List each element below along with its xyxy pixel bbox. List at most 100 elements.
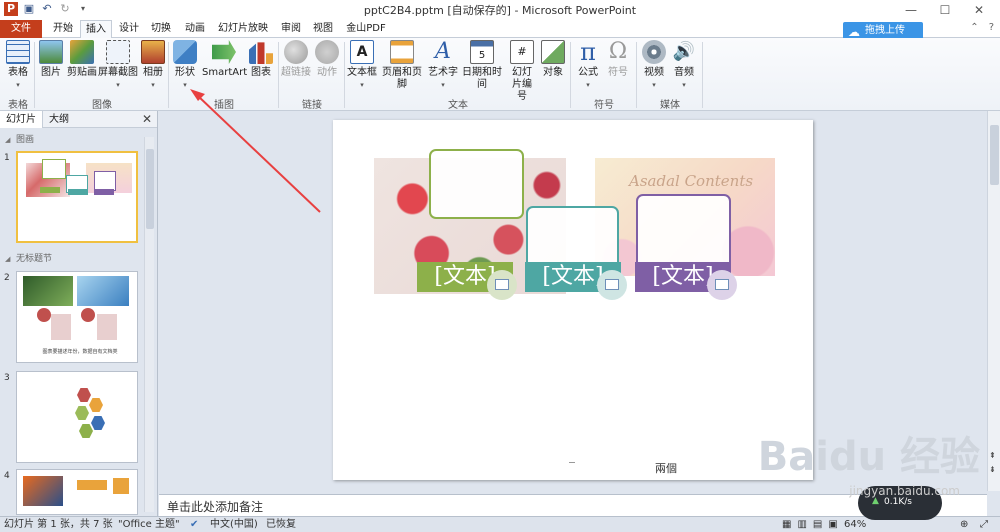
slide-scrollbar[interactable]: ⇞ ⇟ [987,111,1000,491]
slide-footer-dash [569,462,575,463]
redo-icon[interactable]: ↻ [58,2,72,16]
tab-view[interactable]: 视图 [310,20,336,38]
thumb-block [51,314,71,340]
slide-footer-text[interactable]: 兩個 [655,460,677,476]
header-footer-label: 页眉和页脚 [382,67,422,90]
section-header[interactable]: 图画 [2,133,142,147]
slide-number: 1 [4,153,10,163]
slides-panel: 幻灯片 大纲 ✕ 图画 1 无标题节 2 图表要描述年份，数据自有文档类 3 4 [0,110,158,516]
audio-button[interactable]: 🔊 音频 ▾ [670,40,698,91]
next-slide-icon[interactable]: ⇟ [989,465,996,474]
group-divider [278,42,279,108]
thumb-circle [37,308,51,322]
tab-kingsoft-pdf[interactable]: 金山PDF [342,20,390,38]
minimize-ribbon-icon[interactable]: ⌃ [970,22,978,33]
thumb-bar [40,187,60,193]
scroll-thumb[interactable] [990,125,999,185]
photo-placeholder-3[interactable] [636,194,731,269]
slide-thumbnail-4[interactable] [16,469,138,515]
status-bar: 幻灯片 第 1 张，共 7 张 "Office 主题" ✔ 中文(中国) 已恢复… [0,516,1000,532]
group-label-table: 表格 [8,100,28,111]
tab-slides[interactable]: 幻灯片 [0,110,43,128]
tab-review[interactable]: 审阅 [278,20,304,38]
scroll-thumb[interactable] [146,149,154,229]
normal-view-icon[interactable]: ▦ [782,517,791,532]
close-button[interactable]: ✕ [962,0,996,20]
slide-number-icon: # [510,40,534,64]
date-time-button[interactable]: 5 日期和时间 [458,40,506,91]
shapes-label: 形状 [175,67,195,78]
slide-thumbnail-1[interactable] [16,151,138,243]
baidu-watermark-url: jingyan.baidu.com [849,484,960,498]
thumb-hex [79,424,93,438]
maximize-button[interactable]: ☐ [928,0,962,20]
table-button[interactable]: 表格 ▾ [4,40,32,91]
tab-design[interactable]: 设计 [114,20,144,38]
help-icon[interactable]: ? [989,22,994,33]
tab-transitions[interactable]: 切换 [146,20,176,38]
minimize-button[interactable]: — [894,0,928,20]
object-icon [541,40,565,64]
action-button[interactable]: 动作 [314,40,340,79]
fit-slide-icon[interactable]: ⤢ [980,517,988,532]
tab-slideshow[interactable]: 幻灯片放映 [216,20,270,38]
undo-icon[interactable]: ↶ [40,2,54,16]
chevron-down-icon: ▾ [360,81,364,89]
close-icon[interactable]: ✕ [142,112,152,126]
picture-button[interactable]: 图片 [38,40,64,79]
photo-placeholder-1[interactable] [429,149,524,219]
tab-file[interactable]: 文件 [0,20,42,38]
slide-number-button[interactable]: # 幻灯片编号 [506,40,538,103]
zoom-level[interactable]: 64% [844,517,866,532]
screenshot-button[interactable]: 屏幕截图 ▾ [98,40,138,91]
slide-thumbnail-3[interactable] [16,371,138,463]
picture-label: 图片 [41,67,61,78]
customize-qat-icon[interactable]: ▾ [76,2,90,16]
language[interactable]: 中文(中国) [210,517,258,532]
object-button[interactable]: 对象 [540,40,566,79]
slide-number: 2 [4,273,10,283]
insert-picture-icon[interactable] [487,270,517,300]
reading-view-icon[interactable]: ▤ [813,517,822,532]
section-header[interactable]: 无标题节 [2,252,142,266]
clipart-button[interactable]: 剪贴画 [66,40,98,79]
chevron-down-icon: ▾ [682,81,686,89]
tab-home[interactable]: 开始 [48,20,78,38]
video-button[interactable]: 视频 ▾ [640,40,668,91]
wordart-button[interactable]: A 艺术字 ▾ [428,40,458,91]
save-icon[interactable]: ▣ [22,2,36,16]
tab-outline[interactable]: 大纲 [43,111,75,128]
object-label: 对象 [543,67,563,78]
chevron-down-icon: ▾ [116,81,120,89]
slideshow-icon[interactable]: ▣ [828,517,837,532]
previous-slide-icon[interactable]: ⇞ [989,451,996,460]
group-label-text: 文本 [448,100,468,111]
header-footer-button[interactable]: 页眉和页脚 [378,40,426,91]
photo-album-button[interactable]: 相册 ▾ [140,40,166,91]
zoom-in-icon[interactable]: ⊕ [960,517,968,532]
chart-button[interactable]: 图表 [248,40,274,79]
group-divider [570,42,571,108]
symbol-button[interactable]: Ω 符号 [604,40,632,79]
equation-button[interactable]: π 公式 ▾ [574,40,602,91]
hyperlink-button[interactable]: 超链接 [280,40,312,79]
slide[interactable]: Asadal Contents [文本] [文本] [文本] 兩個 [333,120,813,480]
shapes-button[interactable]: 形状 ▾ [172,40,198,91]
tab-insert[interactable]: 插入 [80,20,112,39]
insert-picture-icon[interactable] [597,270,627,300]
tab-animations[interactable]: 动画 [180,20,210,38]
slide-info: 幻灯片 第 1 张，共 7 张 [4,519,113,530]
table-label: 表格 [8,67,28,78]
spellcheck-icon[interactable]: ✔ [190,517,198,532]
slide-sorter-icon[interactable]: ▥ [797,517,806,532]
textbox-button[interactable]: A 文本框 ▾ [346,40,378,91]
group-label-illustrations: 插图 [214,100,234,111]
view-buttons: ▦ ▥ ▤ ▣ [782,517,838,532]
smartart-button[interactable]: SmartArt [202,40,247,79]
insert-picture-icon[interactable] [707,270,737,300]
thumb-hex [89,398,103,412]
header-footer-icon [390,40,414,64]
panel-scrollbar[interactable] [144,137,154,512]
slide-number: 3 [4,373,10,383]
slide-thumbnail-2[interactable]: 图表要描述年份，数据自有文档类 [16,271,138,363]
